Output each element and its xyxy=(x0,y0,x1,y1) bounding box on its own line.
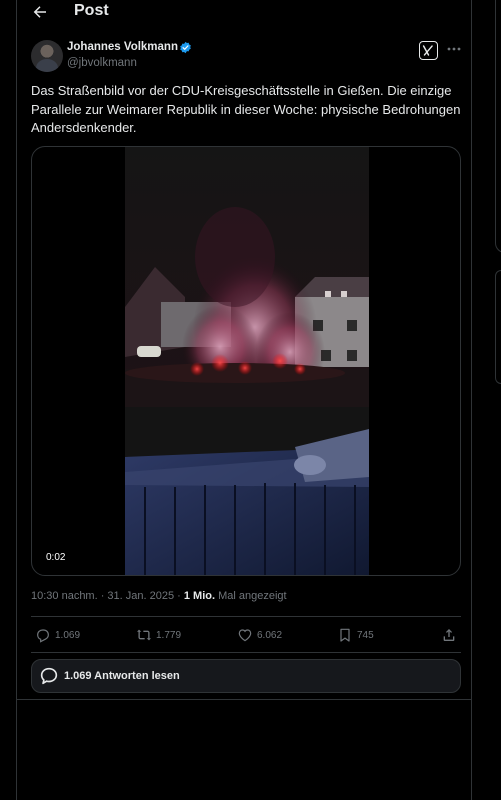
views-count: 1 Mio. xyxy=(183,590,216,602)
more-horizontal-icon[interactable] xyxy=(446,44,462,54)
divider xyxy=(31,652,461,653)
author-handle[interactable]: @jbvolkmann xyxy=(67,57,137,69)
heart-icon xyxy=(238,629,252,642)
views-label: Mal angezeigt xyxy=(215,590,287,602)
divider xyxy=(17,699,471,700)
sidebar-card xyxy=(495,270,501,384)
share-icon xyxy=(443,629,455,641)
avatar[interactable] xyxy=(31,40,63,72)
reply-count: 1.069 xyxy=(55,629,81,641)
post-header: Post xyxy=(17,0,471,24)
verified-badge-icon xyxy=(180,41,191,54)
arrow-left-icon[interactable] xyxy=(31,3,49,21)
action-bar: 1.069 1.779 6.062 745 xyxy=(31,625,461,645)
reply-button[interactable]: 1.069 xyxy=(35,625,80,645)
reply-icon xyxy=(37,629,49,643)
page-title: Post xyxy=(74,2,109,19)
speech-bubble-icon xyxy=(40,667,58,685)
repost-count: 1.779 xyxy=(156,629,182,641)
bookmark-button[interactable]: 745 xyxy=(337,625,374,645)
bookmark-count: 745 xyxy=(357,629,374,641)
tweet-text: Das Straßenbild vor der CDU-Kreisgeschäf… xyxy=(31,83,461,136)
read-replies-label: 1.069 Antworten lesen xyxy=(64,670,180,682)
like-button[interactable]: 6.062 xyxy=(237,625,282,645)
repost-button[interactable]: 1.779 xyxy=(136,625,181,645)
share-button[interactable] xyxy=(441,625,457,645)
read-replies-button[interactable]: 1.069 Antworten lesen xyxy=(31,659,461,693)
sidebar-card xyxy=(495,0,501,253)
video-time-badge: 0:02 xyxy=(42,551,70,564)
post-timestamp[interactable]: 10:30 nachm. · 31. Jan. 2025 · xyxy=(31,590,184,602)
divider xyxy=(31,616,461,617)
post-meta: 10:30 nachm. · 31. Jan. 2025 · 1 Mio. Ma… xyxy=(31,590,287,602)
video-frame xyxy=(125,147,369,575)
post-column: Post Johannes Volkmann @jbvolkmann Das S… xyxy=(16,0,472,800)
repost-icon xyxy=(137,629,151,641)
like-count: 6.062 xyxy=(257,629,283,641)
author-name[interactable]: Johannes Volkmann xyxy=(67,41,178,53)
video-player[interactable]: 0:02 xyxy=(31,146,461,576)
bookmark-icon xyxy=(340,628,350,642)
grok-icon[interactable] xyxy=(419,41,438,60)
